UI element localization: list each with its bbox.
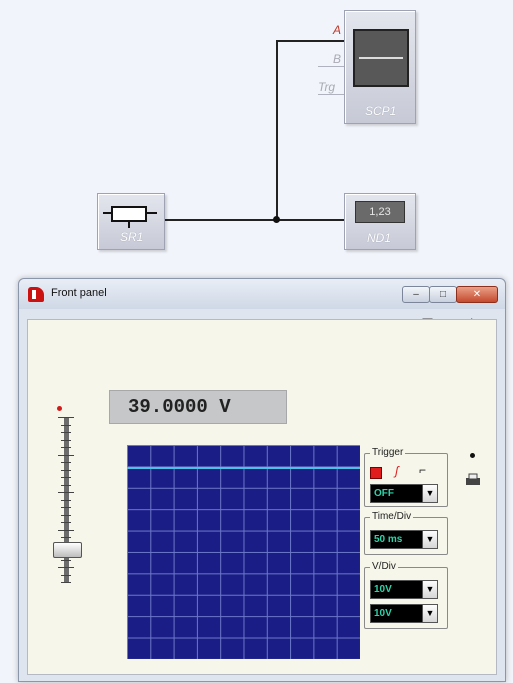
chevron-down-icon[interactable]: ▼ bbox=[422, 531, 437, 548]
chevron-down-icon[interactable]: ▼ bbox=[422, 605, 437, 622]
slider-tick bbox=[61, 439, 71, 441]
chevron-down-icon[interactable]: ▼ bbox=[422, 581, 437, 598]
slider-tick bbox=[61, 514, 71, 516]
signal-trace bbox=[127, 467, 360, 469]
scope-pin-b: B bbox=[333, 52, 342, 66]
v-div-a-value: 10V bbox=[374, 584, 392, 595]
v-div-b-select[interactable]: 10V ▼ bbox=[370, 604, 438, 623]
time-div-value: 50 ms bbox=[374, 534, 403, 545]
slider-tick bbox=[61, 537, 71, 538]
slider-tick bbox=[61, 469, 71, 471]
close-button[interactable]: ✕ bbox=[456, 286, 498, 303]
v-div-b-value: 10V bbox=[374, 608, 392, 619]
slider-tick bbox=[61, 499, 71, 501]
trigger-falling-edge-icon[interactable]: ⌐ bbox=[419, 463, 426, 477]
display-block[interactable]: 1,23 ND1 bbox=[344, 193, 416, 250]
scope-pin-a: A bbox=[333, 23, 342, 37]
scope-screen-icon bbox=[353, 29, 409, 87]
record-indicator-icon bbox=[470, 453, 475, 458]
time-div-title: Time/Div bbox=[370, 510, 414, 524]
time-div-select[interactable]: 50 ms ▼ bbox=[370, 530, 438, 549]
slider-tick bbox=[61, 477, 71, 478]
title-bar[interactable]: Front panel – □ ✕ bbox=[19, 279, 505, 309]
oscilloscope-screen bbox=[127, 445, 360, 659]
slider-tick bbox=[61, 574, 71, 576]
scope-grid bbox=[127, 445, 360, 659]
trigger-rising-edge-icon[interactable]: ʃ bbox=[395, 464, 399, 478]
wire-to-scope-top bbox=[276, 40, 348, 42]
scope-block-label: SCP1 bbox=[365, 104, 397, 118]
chevron-down-icon[interactable]: ▼ bbox=[422, 485, 437, 502]
wire-vertical bbox=[276, 40, 278, 220]
time-div-group: Time/Div 50 ms ▼ bbox=[364, 510, 448, 555]
slider-tick bbox=[58, 567, 74, 568]
v-div-group: V/Div 10V ▼ 10V ▼ bbox=[364, 560, 448, 629]
junction-dot bbox=[273, 216, 280, 223]
printer-icon[interactable] bbox=[465, 473, 481, 487]
slider-tick bbox=[61, 432, 71, 433]
source-block-label: SR1 bbox=[120, 230, 144, 244]
slider-tick bbox=[61, 484, 71, 486]
panel-client-area: 39.0000 V Trigger ʃ ⌐ OFF ▼ Time/Div 50 … bbox=[27, 319, 497, 675]
scope-pin-trg: Trg bbox=[318, 80, 336, 94]
schematic-canvas: SCP1 A B Trg SR1 1,23 ND1 bbox=[0, 0, 513, 270]
slider-tick bbox=[61, 559, 71, 561]
scope-controls: Trigger ʃ ⌐ OFF ▼ Time/Div 50 ms ▼ V/Div… bbox=[360, 445, 488, 659]
slider-marker-dot bbox=[57, 406, 62, 411]
slider-tick bbox=[61, 462, 71, 463]
slider-tick bbox=[58, 417, 74, 418]
v-div-a-select[interactable]: 10V ▼ bbox=[370, 580, 438, 599]
voltage-slider-thumb[interactable] bbox=[53, 542, 82, 559]
slider-tick bbox=[61, 522, 71, 523]
slider-tick bbox=[58, 492, 74, 493]
trigger-stop-icon[interactable] bbox=[370, 467, 382, 479]
source-block[interactable]: SR1 bbox=[97, 193, 165, 250]
scope-pin-b-line bbox=[318, 66, 344, 67]
scope-block[interactable]: SCP1 bbox=[344, 10, 416, 124]
slider-tick bbox=[58, 454, 74, 456]
slider-tick bbox=[61, 447, 71, 448]
voltage-readout: 39.0000 V bbox=[109, 390, 287, 424]
app-logo-icon bbox=[28, 287, 44, 302]
trigger-mode-value: OFF bbox=[374, 488, 394, 499]
trigger-group: Trigger ʃ ⌐ OFF ▼ bbox=[364, 446, 448, 507]
maximize-button[interactable]: □ bbox=[429, 286, 457, 303]
slider-tick bbox=[61, 507, 71, 508]
scope-pin-trg-line bbox=[318, 94, 344, 95]
trigger-mode-select[interactable]: OFF ▼ bbox=[370, 484, 438, 503]
slider-tick bbox=[58, 529, 74, 531]
trigger-group-title: Trigger bbox=[370, 446, 406, 460]
v-div-title: V/Div bbox=[370, 560, 398, 574]
minimize-button[interactable]: – bbox=[402, 286, 430, 303]
wire-to-source bbox=[163, 219, 276, 221]
slider-tick bbox=[61, 424, 71, 426]
display-screen: 1,23 bbox=[355, 201, 405, 223]
display-block-label: ND1 bbox=[367, 231, 392, 245]
wire-to-display bbox=[278, 219, 345, 221]
front-panel-window: Front panel – □ ✕ 39.0000 V Trigger ʃ ⌐ bbox=[18, 278, 506, 682]
slider-tick bbox=[61, 582, 71, 583]
window-title: Front panel bbox=[51, 287, 107, 299]
